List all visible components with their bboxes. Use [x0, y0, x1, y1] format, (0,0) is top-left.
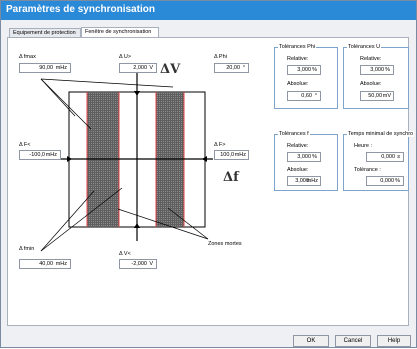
dfmax-value: 90,00	[39, 65, 53, 71]
u-relative-label: Relative:	[360, 56, 382, 62]
dfmax-label: Δ fmax	[19, 54, 36, 60]
min-time-hour-value: 0,000	[381, 154, 395, 160]
f-absolute-input[interactable]: 3,000 mHz	[287, 176, 321, 186]
min-time-tol-unit: %	[395, 178, 400, 184]
df-axis-title: Δf	[223, 170, 239, 185]
dead-zones-label: Zones mortes	[208, 241, 242, 247]
f-relative-input[interactable]: 3,000 %	[287, 152, 321, 162]
dfneg-input[interactable]: -100,0 mHz	[19, 150, 61, 160]
phi-absolute-value: 0,60	[301, 93, 312, 99]
min-time-hour-input[interactable]: 0,000 s	[366, 152, 404, 162]
dvneg-input[interactable]: -2,000 V	[119, 259, 157, 269]
phi-relative-unit: %	[312, 67, 317, 73]
phi-absolute-label: Absolue:	[287, 81, 309, 87]
u-absolute-unit: mV	[382, 93, 391, 99]
dfmin-label: Δ fmin	[19, 246, 35, 252]
dvneg-unit: V	[149, 261, 153, 267]
tolerances-phi-group: Tolérances Phi Relative: 3,000 % Absolue…	[274, 44, 338, 109]
dfpos-input[interactable]: 100,0 mHz	[214, 150, 249, 160]
u-relative-value: 3,000	[370, 67, 384, 73]
dv-axis-title: ΔV	[160, 62, 181, 77]
dphi-label: Δ Phi	[214, 54, 227, 60]
phi-absolute-input[interactable]: 0,60 °	[287, 91, 321, 101]
help-button[interactable]: Help	[377, 335, 411, 347]
dfmin-unit: mHz	[55, 261, 67, 267]
u-relative-input[interactable]: 3,000 %	[360, 65, 394, 75]
phi-relative-input[interactable]: 3,000 %	[287, 65, 321, 75]
f-relative-value: 3,000	[297, 154, 311, 160]
u-relative-unit: %	[385, 67, 390, 73]
dvneg-label: Δ V<	[119, 251, 131, 257]
dvpos-value: 2,000	[133, 65, 147, 71]
tolerances-u-title: Tolérances U	[347, 44, 382, 50]
dvpos-input[interactable]: 2,000 V	[119, 63, 157, 73]
dfmin-value: 40,00	[39, 261, 53, 267]
dfneg-value: -100,0	[29, 152, 45, 158]
min-time-hour-label: Heure :	[354, 143, 373, 149]
min-time-tol-label: Tolérance :	[354, 167, 381, 173]
dfneg-unit: mHz	[45, 152, 57, 158]
dphi-value: 20,00	[226, 65, 240, 71]
min-time-tol-input[interactable]: 0,000 %	[366, 176, 404, 186]
min-time-tol-value: 0,000	[380, 178, 394, 184]
u-absolute-label: Absolue:	[360, 81, 382, 87]
dvpos-label: Δ U>	[119, 54, 132, 60]
dfpos-unit: mHz	[234, 152, 246, 158]
u-absolute-value: 50,00	[368, 93, 382, 99]
tolerances-f-group: Tolérances f Relative: 3,000 % Absolue: …	[274, 131, 338, 191]
tolerances-u-group: Tolérances U Relative: 3,000 % Absolue: …	[343, 44, 409, 109]
dphi-input[interactable]: 20,00 °	[214, 63, 249, 73]
u-absolute-input[interactable]: 50,00 mV	[360, 91, 394, 101]
f-relative-unit: %	[312, 154, 317, 160]
phi-relative-label: Relative:	[287, 56, 309, 62]
f-absolute-unit: mHz	[306, 178, 318, 184]
dfneg-label: Δ F<	[19, 142, 31, 148]
dvneg-value: -2,000	[131, 261, 147, 267]
dfpos-value: 100,0	[220, 152, 234, 158]
min-sync-time-group: Temps minimal de synchro Heure : 0,000 s…	[343, 131, 415, 191]
dphi-unit: °	[242, 65, 245, 71]
dfmin-input[interactable]: 40,00 mHz	[19, 259, 71, 269]
phi-absolute-unit: °	[314, 93, 317, 99]
tolerances-f-title: Tolérances f	[278, 131, 310, 137]
dfpos-label: Δ F>	[214, 142, 226, 148]
tolerances-phi-title: Tolérances Phi	[278, 44, 317, 50]
dfmax-input[interactable]: 90,00 mHz	[19, 63, 71, 73]
min-time-hour-unit: s	[397, 154, 400, 160]
f-relative-label: Relative:	[287, 143, 309, 149]
min-sync-time-title: Temps minimal de synchro	[347, 131, 415, 137]
dialog-window: Paramètres de synchronisation Equipement…	[0, 0, 417, 348]
ok-button[interactable]: OK	[293, 335, 329, 347]
dvpos-unit: V	[149, 65, 153, 71]
dfmax-unit: mHz	[55, 65, 67, 71]
cancel-button[interactable]: Cancel	[335, 335, 371, 347]
f-absolute-label: Absolue:	[287, 167, 309, 173]
phi-relative-value: 3,000	[297, 67, 311, 73]
